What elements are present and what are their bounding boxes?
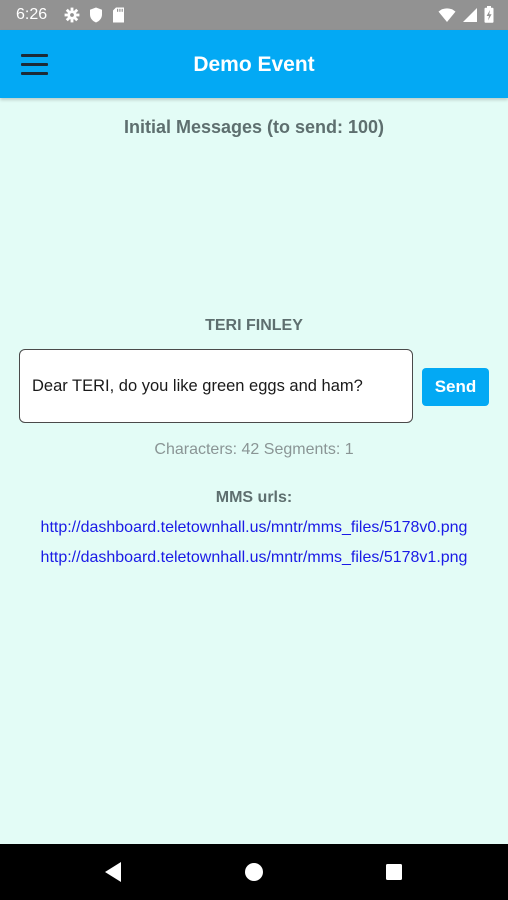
send-button[interactable]: Send: [422, 368, 489, 406]
section-title: Initial Messages (to send: 100): [123, 117, 385, 137]
character-count: Characters: 42 Segments: 1: [154, 441, 354, 458]
mms-urls-label: MMS urls:: [215, 489, 293, 506]
nav-bar: [0, 844, 508, 900]
status-time: 6:26: [16, 6, 48, 23]
back-icon[interactable]: [98, 858, 128, 886]
mms-url-link[interactable]: http://dashboard.teletownhall.us/mntr/mm…: [0, 548, 508, 568]
mms-url-link[interactable]: http://dashboard.teletownhall.us/mntr/mm…: [0, 518, 508, 538]
cell-signal-icon: [462, 7, 478, 23]
status-right-icons: [438, 6, 494, 23]
message-text: Dear TERI, do you like green eggs and ha…: [32, 376, 363, 395]
shield-icon: [89, 7, 103, 23]
status-left-icons: [64, 7, 125, 23]
sd-card-icon: [112, 7, 125, 23]
battery-icon: [484, 6, 494, 23]
recents-icon[interactable]: [379, 858, 409, 886]
status-bar: 6:26: [0, 0, 508, 30]
gear-icon: [64, 7, 80, 23]
recipient-name: TERI FINLEY: [205, 317, 303, 334]
message-input[interactable]: Dear TERI, do you like green eggs and ha…: [19, 349, 413, 423]
app-title: Demo Event: [193, 53, 315, 76]
home-icon[interactable]: [239, 858, 269, 886]
app-bar: Demo Event: [0, 30, 508, 98]
wifi-icon: [438, 7, 456, 23]
